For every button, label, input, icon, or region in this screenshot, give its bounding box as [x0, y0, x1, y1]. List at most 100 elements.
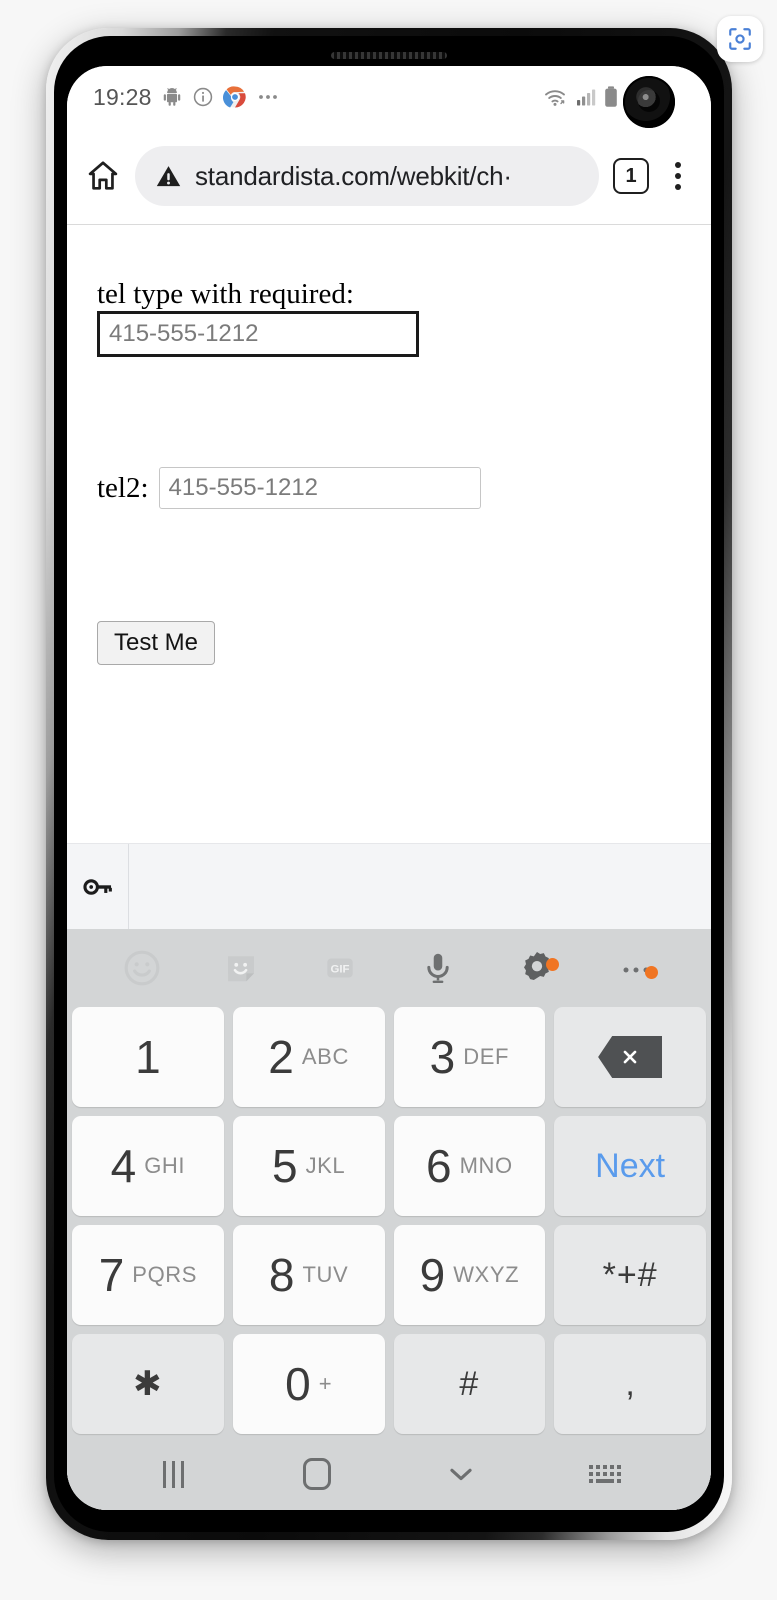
svg-text:GIF: GIF	[330, 963, 349, 975]
keypad-row: ✱ 0 + #,	[72, 1334, 706, 1434]
tab-switcher-button[interactable]: 1	[613, 158, 649, 194]
settings-badge-dot	[546, 958, 560, 971]
key-letters-label: JKL	[305, 1153, 346, 1178]
tel2-input[interactable]	[158, 467, 481, 510]
key-digit-label: 4	[110, 1140, 137, 1192]
key-letters-label: TUV	[302, 1262, 349, 1287]
key-label: Next	[595, 1146, 666, 1185]
not-secure-warning-icon[interactable]	[155, 163, 182, 190]
emoji-button[interactable]	[93, 948, 192, 988]
key-5[interactable]: 5 JKL	[232, 1116, 385, 1216]
keyboard-suggestion-strip	[67, 843, 711, 929]
key-letters-label: PQRS	[132, 1262, 198, 1287]
home-icon[interactable]	[85, 158, 121, 194]
key-digit-label: 9	[419, 1249, 446, 1301]
system-navigation-bar	[67, 1438, 711, 1510]
password-autofill-button[interactable]	[67, 844, 129, 929]
key-letters-label: WXYZ	[453, 1262, 520, 1287]
emoji-smiley-icon	[124, 950, 160, 986]
browser-menu-button[interactable]	[663, 162, 693, 190]
gif-icon: GIF	[327, 958, 353, 978]
tab-count-label: 1	[625, 164, 637, 187]
key-letters-label: DEF	[463, 1044, 510, 1069]
key-9[interactable]: 9 WXYZ	[393, 1225, 546, 1325]
key-digit-label: 0	[285, 1358, 311, 1410]
numeric-keyboard: GIF 1 2 ABC 3 DEF 4 GHI 5 JKL 6 MNO Next…	[67, 929, 711, 1510]
wifi-icon	[545, 90, 565, 106]
key-digit-label: 5	[271, 1140, 298, 1192]
keyboard-toolbar: GIF	[67, 929, 711, 1007]
keypad-row: 7 PQRS 8 TUV 9 WXYZ *+#	[72, 1225, 706, 1325]
android-robot-icon	[163, 88, 180, 106]
keyboard-switch-icon	[589, 1465, 621, 1483]
keyboard-settings-button[interactable]	[488, 948, 587, 988]
status-bar-left: 19:28	[93, 84, 282, 111]
keypad-row: 4 GHI 5 JKL 6 MNO Next	[72, 1116, 706, 1216]
more-notifications-icon	[258, 95, 277, 99]
key-label: *+#	[602, 1255, 658, 1294]
label-tel2: tel2:	[97, 472, 149, 505]
url-text: standardista.com/webkit/ch·	[195, 160, 512, 191]
phone-bezel: 19:28 standardista.com/webkit/ch· 1 tel …	[54, 36, 724, 1532]
more-badge-dot	[644, 966, 658, 979]
tel-input-required[interactable]	[97, 311, 419, 358]
sticker-button[interactable]	[192, 949, 291, 987]
sticker-icon	[228, 956, 254, 982]
phone-screen: 19:28 standardista.com/webkit/ch· 1 tel …	[67, 66, 711, 1510]
key-backspace[interactable]	[554, 1007, 706, 1107]
voice-input-button[interactable]	[389, 949, 488, 987]
key-✱[interactable]: ✱	[72, 1334, 224, 1434]
key-4[interactable]: 4 GHI	[72, 1116, 224, 1216]
field-group-tel1: tel type with required:	[97, 277, 681, 358]
key-letters-label: MNO	[459, 1153, 513, 1178]
gif-button[interactable]: GIF	[290, 949, 389, 987]
key-digit-label: 6	[426, 1140, 452, 1192]
screenshot-capture-icon	[729, 28, 751, 50]
screenshot-root: 19:28 standardista.com/webkit/ch· 1 tel …	[0, 0, 777, 1600]
key-#[interactable]: #	[393, 1334, 546, 1434]
kebab-menu-icon	[675, 162, 681, 168]
label-tel1: tel type with required:	[97, 278, 354, 310]
test-me-button[interactable]: Test Me	[97, 621, 216, 666]
keypad-rows: 1 2 ABC 3 DEF 4 GHI 5 JKL 6 MNO Next 7 PQRS 8 TUV 9 WXYZ *…	[67, 1007, 711, 1438]
key-*+#[interactable]: *+#	[554, 1225, 706, 1325]
home-button[interactable]	[245, 1458, 389, 1490]
address-bar[interactable]: standardista.com/webkit/ch·	[135, 146, 599, 206]
key-letters-label: +	[318, 1371, 333, 1396]
status-clock: 19:28	[93, 83, 152, 110]
key-label: ,	[625, 1364, 635, 1403]
keyboard-more-button[interactable]	[586, 956, 685, 980]
browser-toolbar: standardista.com/webkit/ch· 1	[67, 128, 711, 224]
hide-keyboard-button[interactable]	[389, 1457, 533, 1491]
hide-keyboard-icon	[450, 1468, 472, 1481]
backspace-icon	[598, 1036, 663, 1078]
key-0[interactable]: 0 +	[232, 1334, 385, 1434]
web-viewport: tel type with required: tel2: Test Me	[67, 224, 711, 1510]
screenshot-capture-button[interactable]	[717, 16, 763, 62]
status-bar: 19:28	[67, 66, 711, 128]
keypad-row: 1 2 ABC 3 DEF	[72, 1007, 706, 1107]
key-6[interactable]: 6 MNO	[393, 1116, 546, 1216]
key-letters-label: ABC	[301, 1044, 349, 1069]
key-label: ✱	[133, 1365, 163, 1403]
key-next[interactable]: Next	[554, 1116, 706, 1216]
key-7[interactable]: 7 PQRS	[72, 1225, 224, 1325]
home-icon	[303, 1458, 331, 1490]
earpiece-speaker	[331, 52, 447, 59]
key-1[interactable]: 1	[72, 1007, 224, 1107]
microphone-icon	[427, 953, 450, 984]
web-page-content: tel type with required: tel2: Test Me	[67, 225, 711, 843]
password-key-icon	[82, 878, 112, 895]
recents-button[interactable]	[101, 1460, 245, 1488]
key-2[interactable]: 2 ABC	[232, 1007, 385, 1107]
key-digit-label: 8	[268, 1249, 295, 1301]
field-group-tel2: tel2:	[97, 467, 681, 510]
chrome-logo-icon	[222, 86, 246, 108]
key-8[interactable]: 8 TUV	[232, 1225, 385, 1325]
key-3[interactable]: 3 DEF	[393, 1007, 546, 1107]
recents-icon	[162, 1460, 184, 1488]
keyboard-switch-button[interactable]	[533, 1465, 677, 1483]
front-camera-punch-hole	[623, 76, 675, 128]
key-digit-label: 1	[135, 1031, 161, 1083]
key-,[interactable]: ,	[554, 1334, 706, 1434]
